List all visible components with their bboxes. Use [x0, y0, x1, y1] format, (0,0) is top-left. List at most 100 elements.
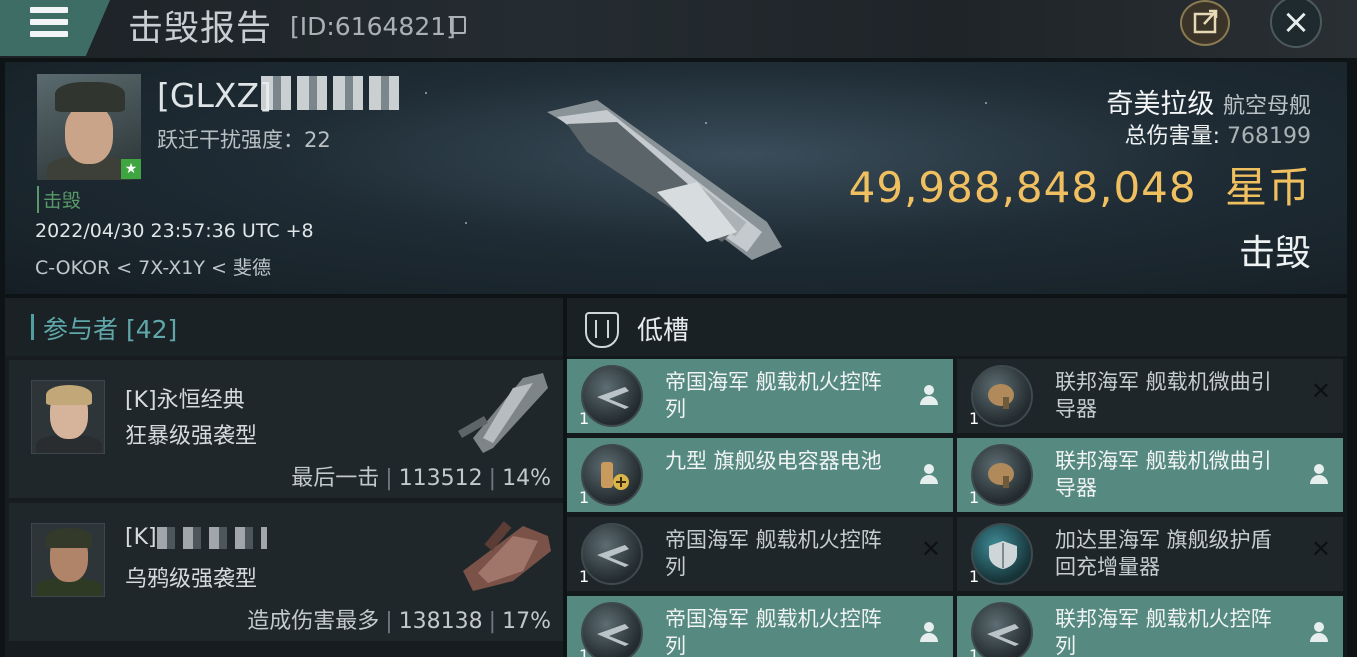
person-icon[interactable]: [1309, 464, 1329, 486]
module-quantity: 1: [969, 567, 980, 586]
total-damage: 总伤害量: 768199: [1125, 118, 1311, 150]
kill-status-tag: 击毁: [37, 186, 81, 213]
victim-name-redacted: [261, 76, 401, 110]
module-quantity: 1: [579, 646, 590, 657]
avatar-cap: [55, 82, 125, 112]
menu-icon-bar: [30, 19, 68, 25]
damage-label: 总伤害量:: [1124, 124, 1221, 149]
module-quantity: 1: [579, 488, 590, 507]
participant-ship: 狂暴级强袭型: [125, 424, 258, 449]
module-name: 加达里海军 旗舰级护盾回充增量器: [1055, 528, 1272, 579]
fighter-fire-control-icon: [581, 602, 643, 657]
low-slots-title: 低槽: [637, 316, 690, 346]
ship-class-name: 奇美拉级: [1106, 89, 1215, 120]
kill-location[interactable]: C-OKOR < 7X-X1Y < 斐德: [35, 253, 271, 280]
report-id: [ID:6164821]: [290, 12, 456, 41]
module-slot[interactable]: 1 联邦海军 舰载机微曲引导器: [957, 438, 1343, 512]
top-bar: 击毁报告 [ID:6164821] ×: [0, 0, 1357, 58]
person-icon[interactable]: [919, 622, 939, 644]
page-title: 击毁报告: [128, 9, 273, 49]
star-badge-icon: ★: [121, 159, 141, 179]
low-slots-header: 低槽: [567, 298, 1347, 356]
avatar-hair: [46, 385, 92, 405]
destroyed-x-icon: ✕: [1310, 535, 1331, 563]
module-name: 帝国海军 舰载机火控阵列: [665, 607, 882, 657]
participant-ship: 乌鸦级强袭型: [125, 567, 258, 592]
person-icon[interactable]: [1309, 622, 1329, 644]
module-name: 帝国海军 舰载机火控阵列: [665, 370, 882, 421]
kill-result: 击毁: [1238, 233, 1311, 274]
module-slot[interactable]: 1 帝国海军 舰载机火控阵列: [567, 596, 953, 657]
participant-name-redacted: [156, 527, 267, 549]
bg-star: [465, 222, 467, 224]
kill-banner: ★ [GLXZ] 跃迁干扰强度：22 击毁 2022/04/30 23:57:3…: [5, 62, 1347, 294]
copy-icon[interactable]: [450, 16, 466, 34]
participant-percent: 17%: [502, 609, 551, 634]
isk-value: 49,988,848,048 星币: [849, 154, 1311, 215]
low-slot-icon: [585, 312, 619, 348]
ship-type: 航空母舰: [1222, 94, 1311, 119]
module-quantity: 1: [969, 488, 980, 507]
shield-recharger-icon: [971, 523, 1033, 585]
header-accent: [31, 314, 34, 340]
person-icon[interactable]: [919, 385, 939, 407]
ship-class[interactable]: 奇美拉级 航空母舰: [1106, 82, 1311, 121]
fighter-fire-control-icon: [581, 365, 643, 427]
person-icon[interactable]: [919, 464, 939, 486]
participant-row[interactable]: [K]永恒经典 狂暴级强袭型 最后一击 | 113512 | 14%: [9, 360, 563, 498]
close-icon: ×: [1281, 2, 1311, 42]
warp-disruption: 跃迁干扰强度：22: [157, 128, 331, 152]
participant-avatar[interactable]: [31, 380, 105, 454]
close-button[interactable]: ×: [1270, 0, 1322, 48]
module-slot[interactable]: 1 联邦海军 舰载机火控阵列: [957, 596, 1343, 657]
module-slot[interactable]: 1 帝国海军 舰载机火控阵列: [567, 359, 953, 433]
module-quantity: 1: [579, 567, 590, 586]
damage-value: 768199: [1227, 124, 1311, 149]
participant-name: [K]: [125, 525, 267, 550]
module-name: 联邦海军 舰载机火控阵列: [1055, 607, 1272, 657]
participants-header[interactable]: 参与者 [42]: [5, 298, 563, 356]
participant-damage: 113512: [398, 466, 483, 491]
menu-button[interactable]: [0, 0, 110, 56]
destroyed-x-icon: ✕: [1310, 377, 1331, 405]
bg-star: [985, 102, 987, 104]
bg-star: [425, 92, 427, 94]
menu-icon-bar: [30, 31, 68, 37]
module-name: 联邦海军 舰载机微曲引导器: [1055, 449, 1272, 500]
destroyed-x-icon: ✕: [920, 535, 941, 563]
participant-stats: 造成伤害最多 | 138138 | 17%: [247, 609, 551, 634]
module-slot[interactable]: 1 加达里海军 旗舰级护盾回充增量器 ✕: [957, 517, 1343, 591]
module-quantity: 1: [969, 409, 980, 428]
module-name: 联邦海军 舰载机微曲引导器: [1055, 370, 1272, 421]
fighter-fire-control-icon: [581, 523, 643, 585]
fighter-warp-icon: [971, 365, 1033, 427]
participant-percent: 14%: [502, 466, 551, 491]
isk-unit: 星币: [1224, 163, 1311, 212]
participant-avatar[interactable]: [31, 523, 105, 597]
avatar-hat: [46, 528, 92, 548]
module-slot[interactable]: 1 联邦海军 舰载机微曲引导器 ✕: [957, 359, 1343, 433]
participant-row[interactable]: [K] 乌鸦级强袭型 造成伤害最多 | 138138 | 17%: [9, 503, 563, 641]
participant-ship-image: [458, 373, 548, 453]
avatar-face: [65, 106, 113, 164]
module-quantity: 1: [579, 409, 590, 428]
module-quantity: 1: [969, 646, 980, 657]
fighter-fire-control-icon: [971, 602, 1033, 657]
participant-name-text: [K]: [125, 525, 157, 550]
isk-amount: 49,988,848,048: [848, 163, 1197, 212]
participants-title: 参与者 [42]: [43, 315, 178, 344]
participant-label: 最后一击: [291, 466, 380, 491]
victim-ship-image: [547, 100, 782, 260]
fighter-warp-icon: [971, 444, 1033, 506]
participant-label: 造成伤害最多: [247, 609, 380, 634]
victim-corp-tag[interactable]: [GLXZ]: [157, 76, 272, 115]
participants-panel: 参与者 [42] [K]永恒经典 狂暴级强袭型 最后一击 | 113512 | 14% …: [5, 298, 563, 657]
participant-ship-image: [463, 521, 551, 591]
participant-stats: 最后一击 | 113512 | 14%: [291, 466, 551, 491]
module-slot[interactable]: 1 帝国海军 舰载机火控阵列 ✕: [567, 517, 953, 591]
share-icon: [1193, 9, 1218, 34]
share-button[interactable]: [1180, 0, 1230, 46]
menu-icon: [30, 7, 68, 13]
module-name: 九型 旗舰级电容器电池: [665, 449, 882, 473]
module-slot[interactable]: 1 九型 旗舰级电容器电池: [567, 438, 953, 512]
